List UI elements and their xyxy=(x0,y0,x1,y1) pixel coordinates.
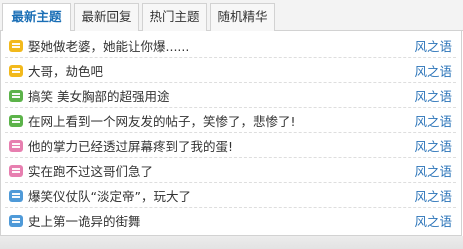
topic-row: 在网上看到一个网友发的帖子，笑惨了，悲惨了! 风之语 xyxy=(5,111,456,133)
pink-topic-icon xyxy=(9,165,23,177)
bottom-strip xyxy=(0,236,463,249)
topic-row: 史上第一诡异的街舞 风之语 xyxy=(5,211,456,233)
topic-row: 他的掌力已经透过屏幕疼到了我的蛋! 风之语 xyxy=(5,136,456,158)
topic-author[interactable]: 风之语 xyxy=(414,86,452,107)
topic-title[interactable]: 在网上看到一个网友发的帖子，笑惨了，悲惨了! xyxy=(28,111,296,132)
tab-random-featured[interactable]: 随机精华 xyxy=(210,3,275,31)
tab-latest-replies[interactable]: 最新回复 xyxy=(74,3,139,31)
topic-row: 娶她做老婆，她能让你爆...... 风之语 xyxy=(5,36,456,58)
topic-title[interactable]: 他的掌力已经透过屏幕疼到了我的蛋! xyxy=(28,136,233,157)
green-topic-icon xyxy=(9,90,23,102)
topic-title[interactable]: 娶她做老婆，她能让你爆...... xyxy=(28,36,189,57)
blue-topic-icon xyxy=(9,215,23,227)
topic-author[interactable]: 风之语 xyxy=(414,36,452,57)
topic-title[interactable]: 大哥，劫色吧 xyxy=(28,61,103,82)
topic-title[interactable]: 搞笑 美女胸部的超强用途 xyxy=(28,86,169,107)
topic-row: 搞笑 美女胸部的超强用途 风之语 xyxy=(5,86,456,108)
topic-author[interactable]: 风之语 xyxy=(414,136,452,157)
topic-author[interactable]: 风之语 xyxy=(414,161,452,182)
pink-topic-icon xyxy=(9,140,23,152)
topic-title[interactable]: 实在跑不过这哥们急了 xyxy=(28,161,153,182)
topic-author[interactable]: 风之语 xyxy=(414,111,452,132)
yellow-topic-icon xyxy=(9,40,23,52)
blue-topic-icon xyxy=(9,190,23,202)
topic-list: 娶她做老婆，她能让你爆...... 风之语 大哥，劫色吧 风之语 搞笑 美女胸部… xyxy=(0,31,462,236)
topic-row: 实在跑不过这哥们急了 风之语 xyxy=(5,161,456,183)
topic-author[interactable]: 风之语 xyxy=(414,61,452,82)
topic-author[interactable]: 风之语 xyxy=(414,186,452,207)
topic-title[interactable]: 爆笑仪仗队“淡定帝”，玩大了 xyxy=(28,186,191,207)
topic-author[interactable]: 风之语 xyxy=(414,211,452,232)
topic-row: 爆笑仪仗队“淡定帝”，玩大了 风之语 xyxy=(5,186,456,208)
tab-hot-topics[interactable]: 热门主题 xyxy=(142,3,207,31)
tab-latest-topics[interactable]: 最新主题 xyxy=(2,3,71,32)
yellow-topic-icon xyxy=(9,65,23,77)
topic-title[interactable]: 史上第一诡异的街舞 xyxy=(28,211,141,232)
topic-tab-bar: 最新主题 最新回复 热门主题 随机精华 xyxy=(0,0,463,32)
topic-row: 大哥，劫色吧 风之语 xyxy=(5,61,456,83)
green-topic-icon xyxy=(9,115,23,127)
